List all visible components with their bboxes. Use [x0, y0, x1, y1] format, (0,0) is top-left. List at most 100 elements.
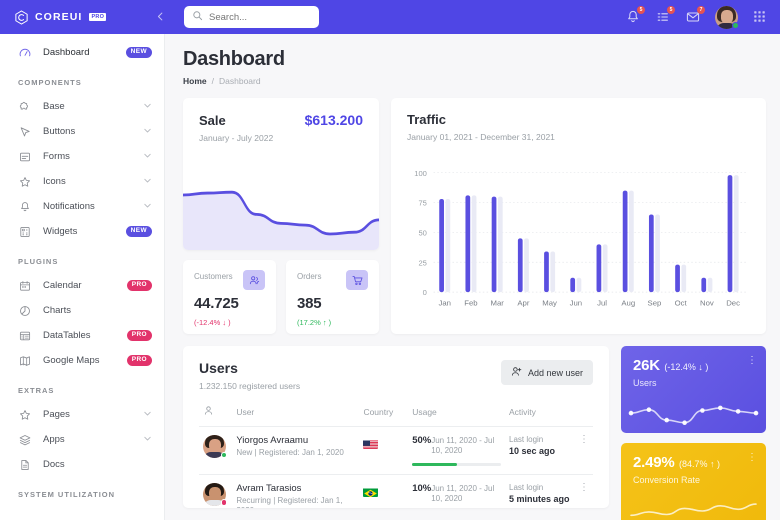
- sidebar-item-google-maps[interactable]: Google Maps PRO: [0, 348, 164, 373]
- add-new-user-button[interactable]: Add new user: [500, 360, 593, 385]
- chevron-down-icon[interactable]: [143, 201, 152, 212]
- bar-current[interactable]: [622, 190, 628, 293]
- breadcrumb-home[interactable]: Home: [183, 76, 207, 86]
- sidebar-item-base[interactable]: Base: [0, 94, 164, 119]
- bar-previous: [576, 277, 582, 293]
- bar-previous: [655, 214, 660, 293]
- search-box[interactable]: [184, 6, 319, 28]
- more-vertical-icon[interactable]: ⋮: [747, 356, 757, 366]
- sidebar-item-notifications[interactable]: Notifications: [0, 194, 164, 219]
- user-avatar-button[interactable]: [715, 5, 739, 29]
- cell-usage: 50% Jun 11, 2020 - Jul 10, 2020: [408, 426, 505, 475]
- main-content: Dashboard Home / Dashboard Sale $613.200: [165, 34, 780, 520]
- x-axis-tick: May: [542, 298, 557, 307]
- star-icon: [18, 175, 32, 189]
- user-name: Avram Tarasios: [236, 482, 302, 494]
- chevron-down-icon[interactable]: [143, 434, 152, 445]
- cell-country: [359, 426, 409, 475]
- table-row[interactable]: Yiorgos Avraamu New | Registered: Jan 1,…: [199, 426, 593, 475]
- brand-logo[interactable]: COREUI PRO: [0, 9, 155, 25]
- bar-current[interactable]: [675, 264, 680, 293]
- top-header: COREUI PRO 5: [0, 0, 780, 34]
- bar-current[interactable]: [596, 244, 602, 293]
- user-status-dot: [220, 499, 227, 506]
- header-actions: 5 5 7: [625, 5, 780, 29]
- tasks-list-button[interactable]: 5: [655, 6, 675, 25]
- sidebar-item-label: Apps: [43, 434, 65, 445]
- user-meta: Recurring | Registered: Jan 1, 2020: [236, 495, 343, 508]
- sale-amount: $613.200: [304, 112, 363, 128]
- sidebar-item-forms[interactable]: Forms: [0, 144, 164, 169]
- column-user: User: [232, 405, 360, 427]
- more-vertical-icon[interactable]: ⋮: [579, 482, 589, 493]
- activity-label: Last login: [509, 482, 544, 492]
- stat-card-users: ⋮ 26K (-12.4% ↓ ) Users: [621, 346, 766, 433]
- sidebar-item-dashboard[interactable]: Dashboard NEW: [0, 40, 164, 65]
- bar-current[interactable]: [465, 195, 471, 293]
- column-actions: [574, 405, 593, 427]
- nav-group-title-plugins: PLUGINS: [18, 257, 59, 266]
- x-axis-tick: Dec: [726, 298, 740, 307]
- table-row[interactable]: Avram Tarasios Recurring | Registered: J…: [199, 474, 593, 508]
- sidebar-item-widgets[interactable]: Widgets NEW: [0, 219, 164, 244]
- sidebar-item-calendar[interactable]: Calendar PRO: [0, 273, 164, 298]
- sale-title: Sale: [199, 113, 226, 128]
- star-icon: [18, 408, 32, 422]
- bar-current[interactable]: [701, 277, 707, 293]
- chevron-down-icon[interactable]: [143, 126, 152, 137]
- chevron-down-icon[interactable]: [143, 151, 152, 162]
- sidebar-collapse-button[interactable]: [145, 11, 176, 24]
- breadcrumb-current: Dashboard: [219, 76, 261, 86]
- bar-current[interactable]: [727, 175, 733, 293]
- speedometer-icon: [18, 46, 32, 60]
- sidebar-item-datatables[interactable]: DataTables PRO: [0, 323, 164, 348]
- traffic-card: Traffic January 01, 2021 - December 31, …: [391, 98, 766, 334]
- bar-current[interactable]: [439, 198, 444, 293]
- sidebar-item-buttons[interactable]: Buttons: [0, 119, 164, 144]
- column-avatar: [199, 405, 233, 427]
- map-icon: [20, 355, 30, 366]
- bar-previous: [445, 198, 451, 293]
- chart-pie-icon: [18, 304, 32, 318]
- sidebar-nav: Dashboard NEW COMPONENTS Base Buttons Forms Ic…: [0, 34, 165, 520]
- sidebar-item-apps[interactable]: Apps: [0, 427, 164, 452]
- sidebar-item-pages[interactable]: Pages: [0, 402, 164, 427]
- sidebar-item-label: Charts: [43, 305, 71, 316]
- mini-widget-value: 44.725: [194, 295, 239, 312]
- x-axis-tick: Apr: [517, 298, 529, 307]
- bar-current[interactable]: [544, 251, 549, 293]
- bar-current[interactable]: [570, 277, 576, 293]
- cell-usage: 10% Jun 11, 2020 - Jul 10, 2020: [408, 474, 505, 508]
- chevron-down-icon[interactable]: [143, 101, 152, 112]
- search-input[interactable]: [209, 11, 311, 23]
- more-vertical-icon[interactable]: ⋮: [747, 453, 757, 463]
- body-row: Dashboard NEW COMPONENTS Base Buttons Forms Ic…: [0, 34, 780, 520]
- calendar-icon: [18, 279, 32, 293]
- cell-actions: ⋮: [574, 426, 593, 475]
- notes-icon: [18, 150, 32, 164]
- chevron-down-icon[interactable]: [143, 409, 152, 420]
- sidebar-item-docs[interactable]: Docs: [0, 452, 164, 477]
- notifications-bell-button[interactable]: 5: [625, 6, 645, 25]
- nav-group-title-components: COMPONENTS: [18, 78, 82, 87]
- bar-previous: [707, 277, 713, 293]
- mini-widget-value: 385: [297, 295, 322, 312]
- people-icon: [243, 270, 265, 290]
- cell-actions: ⋮: [574, 474, 593, 508]
- lower-row: Users 1.232.150 registered users Add new…: [183, 346, 766, 520]
- sidebar-item-icons[interactable]: Icons: [0, 169, 164, 194]
- bar-current[interactable]: [517, 238, 523, 293]
- sidebar-item-charts[interactable]: Charts: [0, 298, 164, 323]
- bar-current[interactable]: [648, 214, 654, 293]
- chevron-down-icon[interactable]: [143, 176, 152, 187]
- more-vertical-icon[interactable]: ⋮: [579, 435, 589, 445]
- mini-widget-orders: Orders 385 (17.2% ↑ ): [286, 260, 379, 334]
- x-axis-tick: Jan: [438, 298, 451, 307]
- messages-button[interactable]: 7: [685, 6, 705, 25]
- bar-current[interactable]: [491, 196, 497, 293]
- page-title: Dashboard: [183, 48, 285, 70]
- traffic-column: Traffic January 01, 2021 - December 31, …: [391, 98, 766, 334]
- nav-group-title-extras: EXTRAS: [18, 386, 55, 395]
- user-name: Yiorgos Avraamu: [236, 435, 309, 446]
- apps-grid-button[interactable]: [752, 9, 768, 25]
